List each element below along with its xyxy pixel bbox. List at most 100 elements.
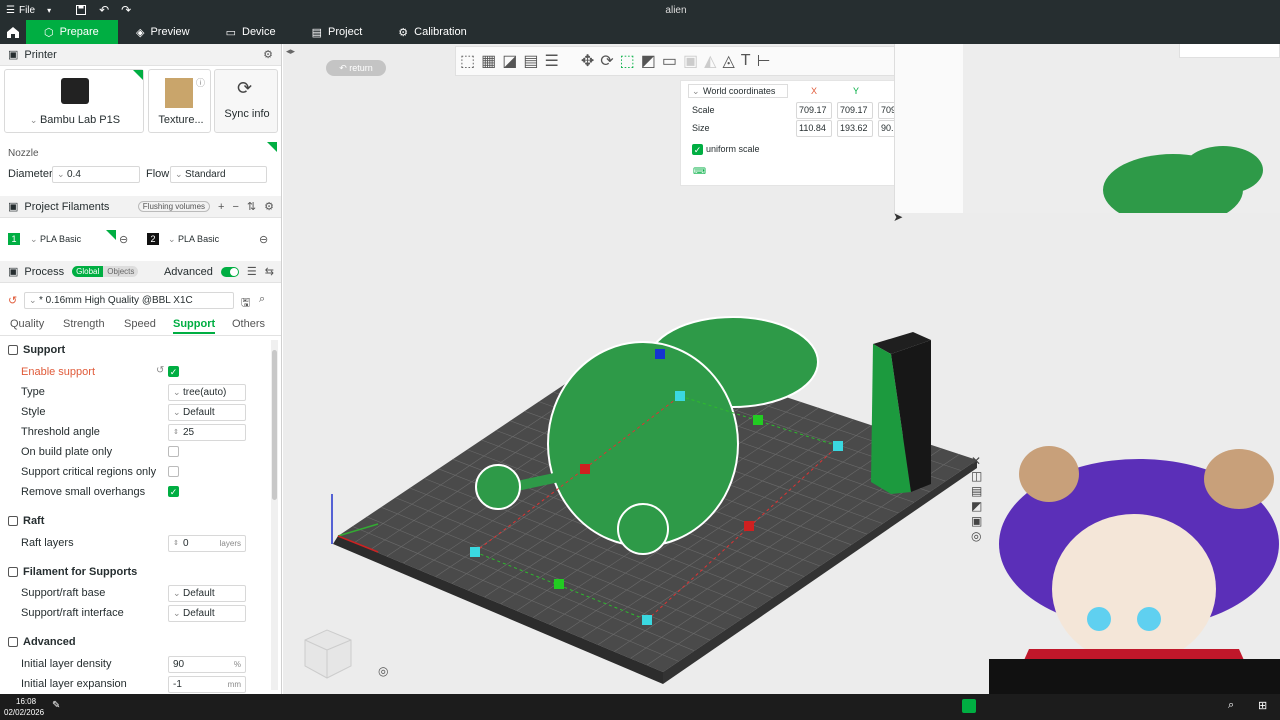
tab-device[interactable]: ▭ Device — [208, 20, 294, 44]
remove-filament-2-icon[interactable]: ⊖ — [259, 233, 268, 246]
search-icon[interactable]: ⌕ — [1228, 699, 1234, 712]
size-x-input[interactable]: 110.84 — [796, 120, 832, 137]
style-select[interactable]: ⌄ Default — [168, 404, 246, 421]
close-plate-icon[interactable]: ✕ — [971, 454, 982, 469]
subtab-quality[interactable]: Quality — [10, 318, 44, 330]
nozzle-label: Nozzle — [8, 148, 39, 159]
save-preset-icon[interactable]: 🖫 — [241, 294, 250, 313]
raft-layers-stepper[interactable]: ⇕ 0 layers — [168, 535, 246, 552]
sync-info-button[interactable]: ⟳ Sync info — [214, 69, 278, 133]
tab-project[interactable]: ▤ Project — [294, 20, 381, 44]
camera-fit-icon[interactable]: ◎ — [378, 664, 388, 678]
support-paint-icon[interactable]: ◭ — [704, 51, 716, 71]
tab-prepare[interactable]: ⬡ Prepare — [26, 20, 118, 44]
critical-regions-checkbox[interactable] — [168, 466, 179, 477]
printer-settings-icon[interactable]: ⚙ — [263, 48, 273, 61]
3d-viewport[interactable]: ◂▸ ↶ return ⬚ ▦ ◪ ▤ ☰ ✥ ⟳ ⬚ ◩ ▭ ▣ ◭ ◬ T … — [283, 44, 1280, 694]
clock-time: 16:08 — [16, 697, 37, 706]
settings-scrollbar[interactable] — [271, 340, 278, 690]
undo-button[interactable]: ↶ — [93, 0, 115, 20]
build-plate-checkbox[interactable] — [168, 446, 179, 457]
color-paint-icon[interactable]: ◬ — [722, 51, 734, 71]
redo-button[interactable]: ↷ — [115, 0, 137, 20]
plate-view-icon[interactable]: ◫ — [971, 469, 982, 484]
tab-calibration[interactable]: ⚙ Calibration — [380, 20, 484, 44]
compare-icon[interactable]: ⇆ — [265, 265, 274, 278]
cut-icon[interactable]: ▭ — [662, 51, 677, 71]
chevron-down-icon: ⌄ — [173, 588, 181, 598]
rotate-icon[interactable]: ⟳ — [600, 51, 613, 71]
save-button[interactable] — [69, 0, 93, 20]
windows-start-icon[interactable]: ⊞ — [1258, 699, 1267, 712]
device-icon: ▭ — [225, 26, 236, 39]
size-y-input[interactable]: 193.62 — [837, 120, 873, 137]
search-icon[interactable]: ⌕ — [259, 293, 265, 306]
flow-select[interactable]: ⌄ Standard — [170, 166, 267, 183]
advanced-toggle[interactable] — [220, 266, 239, 277]
text-icon[interactable]: T — [741, 52, 751, 70]
prepare-icon: ⬡ — [44, 26, 54, 39]
filament-2-select[interactable]: ⌄ PLA Basic — [168, 234, 219, 245]
global-option[interactable]: Global — [72, 266, 104, 277]
view-cube[interactable] — [297, 626, 355, 680]
arrange-plate-icon[interactable]: ▤ — [971, 484, 982, 499]
file-menu[interactable]: ☰ File ▾ — [0, 0, 57, 20]
printer-selector[interactable]: ⌄ Bambu Lab P1S — [4, 69, 144, 133]
layer-expansion-input[interactable]: -1 mm — [168, 676, 246, 693]
bambu-studio-taskbar-icon[interactable] — [962, 699, 976, 713]
arrange-icon[interactable]: ▤ — [523, 51, 538, 71]
subtab-others[interactable]: Others — [232, 318, 265, 330]
subtab-support[interactable]: Support — [173, 318, 216, 334]
plate-settings-icon[interactable]: ◎ — [971, 529, 982, 544]
coordinate-mode-select[interactable]: ⌄ World coordinates — [688, 84, 788, 98]
scope-toggle[interactable]: Global Objects — [72, 266, 139, 277]
scale-icon[interactable]: ⬚ — [620, 51, 635, 71]
move-icon[interactable]: ✥ — [581, 51, 594, 71]
reset-icon[interactable]: ↺ — [156, 365, 164, 376]
filament-1-swatch[interactable]: 1 — [8, 233, 20, 245]
flushing-volumes-button[interactable]: Flushing volumes — [137, 201, 211, 212]
pen-icon[interactable]: ✎ — [52, 700, 60, 711]
scale-y-input[interactable]: 709.17 — [837, 102, 873, 119]
return-button[interactable]: ↶ return — [326, 60, 386, 76]
orient-icon[interactable]: ◪ — [502, 51, 517, 71]
lock-plate-icon[interactable]: ▣ — [971, 514, 982, 529]
filament-1-select[interactable]: ⌄ PLA Basic — [30, 234, 81, 245]
add-icon[interactable]: + — [218, 201, 224, 213]
measure-icon[interactable]: ⊢ — [757, 51, 771, 71]
objects-option[interactable]: Objects — [103, 266, 139, 277]
overhangs-checkbox[interactable]: ✓ — [168, 486, 179, 497]
raft-base-select[interactable]: ⌄ Default — [168, 585, 246, 602]
home-button[interactable] — [0, 20, 26, 44]
boolean-icon[interactable]: ▣ — [683, 51, 698, 71]
layer-density-input[interactable]: 90% — [168, 656, 246, 673]
filament-2-swatch[interactable]: 2 — [147, 233, 159, 245]
split-icon[interactable]: ☰ — [545, 51, 559, 71]
list-icon[interactable]: ☰ — [247, 265, 257, 278]
scrollbar-thumb[interactable] — [272, 350, 277, 500]
advanced-group-title: Advanced — [8, 636, 76, 648]
uniform-scale-checkbox[interactable]: ✓ — [692, 144, 703, 155]
lay-on-face-icon[interactable]: ◩ — [641, 51, 656, 71]
collapse-panel-icon[interactable]: ◂▸ — [286, 46, 295, 57]
flow-label: Flow — [146, 168, 170, 180]
remove-filament-1-icon[interactable]: ⊖ — [119, 233, 128, 246]
add-object-icon[interactable]: ⬚ — [460, 51, 475, 71]
sync-filament-icon[interactable]: ⇅ — [247, 200, 256, 213]
add-plate-icon[interactable]: ▦ — [481, 51, 496, 71]
raft-interface-select[interactable]: ⌄ Default — [168, 605, 246, 622]
keyboard-icon[interactable]: ⌨ — [693, 166, 706, 177]
gear-icon[interactable]: ⚙ — [264, 200, 274, 213]
orient-plate-icon[interactable]: ◩ — [971, 499, 982, 514]
diameter-select[interactable]: ⌄ 0.4 — [52, 166, 140, 183]
type-select[interactable]: ⌄ tree(auto) — [168, 384, 246, 401]
subtab-speed[interactable]: Speed — [124, 318, 156, 330]
plate-selector[interactable]: ⓘ Texture... — [148, 69, 211, 133]
remove-icon[interactable]: − — [232, 201, 238, 213]
enable-support-checkbox[interactable]: ✓ — [168, 366, 179, 377]
threshold-stepper[interactable]: ⇕ 25 — [168, 424, 246, 441]
tab-preview[interactable]: ◈ Preview — [118, 20, 208, 44]
process-preset-select[interactable]: ⌄ * 0.16mm High Quality @BBL X1C — [24, 292, 234, 309]
subtab-strength[interactable]: Strength — [63, 318, 105, 330]
scale-x-input[interactable]: 709.17 — [796, 102, 832, 119]
